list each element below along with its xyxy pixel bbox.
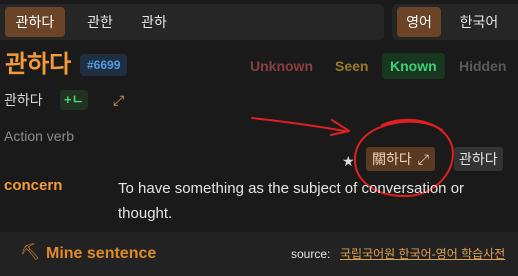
definition-text: To have something as the subject of conv…	[118, 180, 465, 222]
star-icon[interactable]: ★	[342, 152, 355, 170]
tab-form-2[interactable]: 관한	[76, 7, 124, 37]
definition-term: concern	[4, 177, 63, 194]
mine-sentence-button[interactable]: Mine sentence	[46, 244, 156, 264]
expand-arrows-icon: ⤢	[417, 151, 429, 167]
hanja-label: 關하다	[372, 151, 412, 167]
word-id-badge[interactable]: #6699	[80, 54, 128, 76]
hanja-button[interactable]: 關하다 ⤢	[366, 147, 435, 171]
status-known-button[interactable]: Known	[382, 53, 445, 79]
status-unknown-button[interactable]: Unknown	[250, 53, 313, 79]
footer-bar: ⛏ Mine sentence source: 국립국어원 한국어-영어 학습사…	[0, 232, 518, 276]
tab-english[interactable]: 영어	[397, 7, 441, 37]
tab-form-1[interactable]: 관하다	[5, 7, 65, 37]
source-link[interactable]: 국립국어원 한국어-영어 학습사전	[340, 246, 505, 262]
tab-form-3[interactable]: 관하	[132, 7, 176, 37]
add-conjugation-button[interactable]: +ㄴ	[60, 90, 88, 110]
word-form-tabbar: 관하다 관한 관하	[0, 4, 384, 40]
source-label: source:	[291, 247, 331, 261]
dictionary-form: 관하다	[4, 92, 43, 108]
tab-korean[interactable]: 한국어	[448, 7, 510, 37]
annotation-arrow-line	[251, 117, 346, 132]
part-of-speech: Action verb	[4, 128, 75, 144]
headword: 관하다	[5, 51, 72, 78]
expand-arrows-icon[interactable]: ⤢	[113, 90, 124, 110]
status-seen-button[interactable]: Seen	[335, 53, 368, 79]
status-hidden-button[interactable]: Hidden	[459, 53, 506, 79]
language-tabbar: 영어 한국어	[392, 4, 518, 40]
hanja-alt-button[interactable]: 관하다	[454, 147, 503, 171]
annotation-arrow-head	[330, 119, 350, 136]
pickaxe-icon[interactable]: ⛏	[20, 242, 40, 264]
